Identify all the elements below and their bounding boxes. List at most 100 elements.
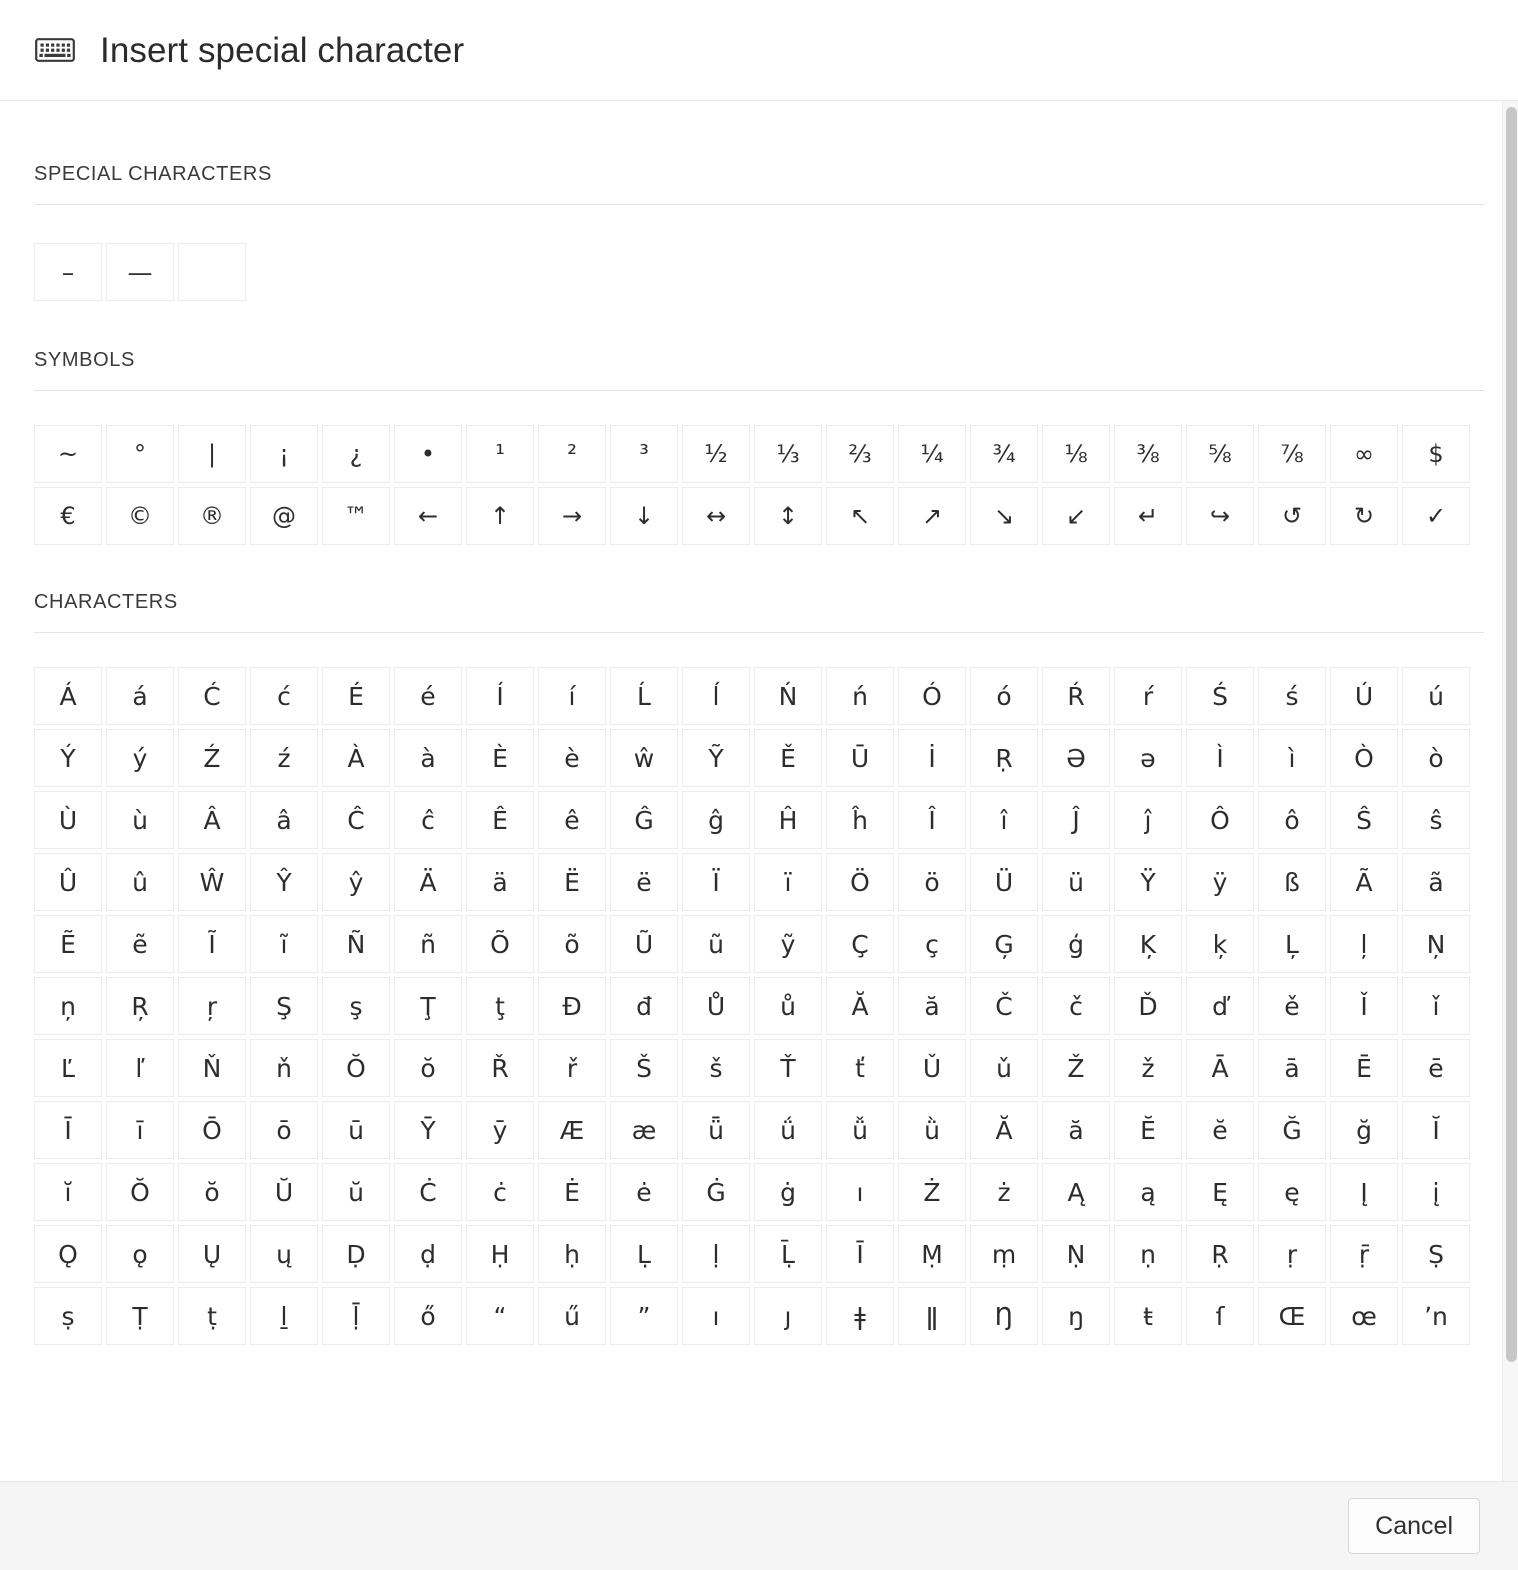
character-cell[interactable]: ŏ (178, 1163, 246, 1221)
character-cell[interactable]: ň (250, 1039, 318, 1097)
character-cell[interactable]: ¼ (898, 425, 966, 483)
character-cell[interactable]: ṝ (1330, 1225, 1398, 1283)
character-cell[interactable]: ǁ (898, 1287, 966, 1345)
character-cell[interactable]: — (106, 243, 174, 301)
character-cell[interactable]: é (394, 667, 462, 725)
character-cell[interactable]: đ (610, 977, 678, 1035)
character-cell[interactable]: Ó (898, 667, 966, 725)
character-cell[interactable]: ď (1186, 977, 1254, 1035)
character-cell[interactable]: Ŕ (1042, 667, 1110, 725)
character-cell[interactable]: Ṣ (1402, 1225, 1470, 1283)
character-cell[interactable]: ź (250, 729, 318, 787)
character-cell[interactable]: ↵ (1114, 487, 1182, 545)
character-cell[interactable]: Ă (970, 1101, 1038, 1159)
character-cell[interactable]: Ū (826, 729, 894, 787)
character-cell[interactable]: Ï (682, 853, 750, 911)
character-cell[interactable]: Ì (1186, 729, 1254, 787)
character-cell[interactable]: ½ (682, 425, 750, 483)
character-cell[interactable]: ĉ (394, 791, 462, 849)
character-cell[interactable]: € (34, 487, 102, 545)
character-cell[interactable]: Ḍ (322, 1225, 390, 1283)
character-cell[interactable]: ž (1114, 1039, 1182, 1097)
character-cell[interactable]: æ (610, 1101, 678, 1159)
character-cell[interactable]: Ď (1114, 977, 1182, 1035)
character-cell[interactable]: Ŏ (106, 1163, 174, 1221)
character-cell[interactable]: Ľ (34, 1039, 102, 1097)
character-cell[interactable]: ŭ (322, 1163, 390, 1221)
character-cell[interactable]: Ŵ (178, 853, 246, 911)
character-cell[interactable]: ų (250, 1225, 318, 1283)
character-cell[interactable]: Œ (1258, 1287, 1326, 1345)
character-cell[interactable]: Ġ (682, 1163, 750, 1221)
character-cell[interactable]: Ķ (1114, 915, 1182, 973)
character-cell[interactable]: ĝ (682, 791, 750, 849)
character-cell[interactable]: ř (538, 1039, 606, 1097)
character-cell[interactable]: Ż (898, 1163, 966, 1221)
character-cell[interactable]: â (250, 791, 318, 849)
character-cell[interactable]: ı (826, 1163, 894, 1221)
character-cell[interactable]: Û (34, 853, 102, 911)
character-cell[interactable]: ş (322, 977, 390, 1035)
character-cell[interactable]: ĵ (1114, 791, 1182, 849)
character-cell[interactable]: ʼn (1402, 1287, 1470, 1345)
character-cell[interactable]: ã (1402, 853, 1470, 911)
character-cell[interactable]: ǚ (826, 1101, 894, 1159)
character-cell[interactable]: ĭ (34, 1163, 102, 1221)
character-cell[interactable]: @ (250, 487, 318, 545)
character-cell[interactable]: ċ (466, 1163, 534, 1221)
character-cell[interactable]: í (538, 667, 606, 725)
character-cell[interactable]: ę (1258, 1163, 1326, 1221)
character-cell[interactable]: î (970, 791, 1038, 849)
character-cell[interactable]: ¿ (322, 425, 390, 483)
character-cell[interactable]: ć (250, 667, 318, 725)
character-cell[interactable]: ⅔ (826, 425, 894, 483)
character-cell[interactable]: Ŭ (250, 1163, 318, 1221)
character-cell[interactable]: Ṛ (1186, 1225, 1254, 1283)
character-cell[interactable]: ļ (1330, 915, 1398, 973)
character-cell[interactable]: ō (250, 1101, 318, 1159)
character-cell[interactable]: Ò (1330, 729, 1398, 787)
character-cell[interactable]: Ċ (394, 1163, 462, 1221)
character-cell[interactable]: Ṃ (898, 1225, 966, 1283)
character-cell[interactable]: ľ (106, 1039, 174, 1097)
character-cell[interactable]: ² (538, 425, 606, 483)
character-cell[interactable]: Ĉ (322, 791, 390, 849)
character-cell[interactable]: ë (610, 853, 678, 911)
character-cell[interactable]: ~ (34, 425, 102, 483)
character-cell[interactable]: ĩ (250, 915, 318, 973)
character-cell[interactable]: ś (1258, 667, 1326, 725)
character-cell[interactable]: ù (106, 791, 174, 849)
character-cell[interactable]: Ť (754, 1039, 822, 1097)
character-cell[interactable]: Ģ (970, 915, 1038, 973)
character-cell[interactable]: ā (1258, 1039, 1326, 1097)
character-cell[interactable]: © (106, 487, 174, 545)
character-cell[interactable]: ǖ (682, 1101, 750, 1159)
character-cell[interactable]: Ä (394, 853, 462, 911)
character-cell[interactable]: Ğ (1258, 1101, 1326, 1159)
character-cell[interactable]: ġ (754, 1163, 822, 1221)
character-cell[interactable]: ÿ (1186, 853, 1254, 911)
character-cell[interactable]: ¹ (466, 425, 534, 483)
character-cell[interactable]: ı (682, 1287, 750, 1345)
character-cell[interactable]: Ñ (322, 915, 390, 973)
character-cell[interactable]: Į (1330, 1163, 1398, 1221)
character-cell[interactable]: Ŋ (970, 1287, 1038, 1345)
character-cell[interactable]: Ŷ (250, 853, 318, 911)
character-cell[interactable]: ỹ (754, 915, 822, 973)
character-cell[interactable]: Ã (1330, 853, 1398, 911)
character-cell[interactable]: Â (178, 791, 246, 849)
character-cell[interactable]: ò (1402, 729, 1470, 787)
character-cell[interactable]: Í (466, 667, 534, 725)
character-cell[interactable]: ě (1258, 977, 1326, 1035)
character-cell[interactable]: ↘ (970, 487, 1038, 545)
character-cell[interactable]: Ĭ (1402, 1101, 1470, 1159)
character-cell[interactable]: ↑ (466, 487, 534, 545)
character-cell[interactable]: Ų (178, 1225, 246, 1283)
character-cell[interactable]: û (106, 853, 174, 911)
character-cell[interactable]: ↓ (610, 487, 678, 545)
character-cell[interactable]: ° (106, 425, 174, 483)
character-cell[interactable]: ï (754, 853, 822, 911)
character-cell[interactable]: ↙ (1042, 487, 1110, 545)
character-cell[interactable]: Ú (1330, 667, 1398, 725)
character-cell[interactable]: Æ (538, 1101, 606, 1159)
